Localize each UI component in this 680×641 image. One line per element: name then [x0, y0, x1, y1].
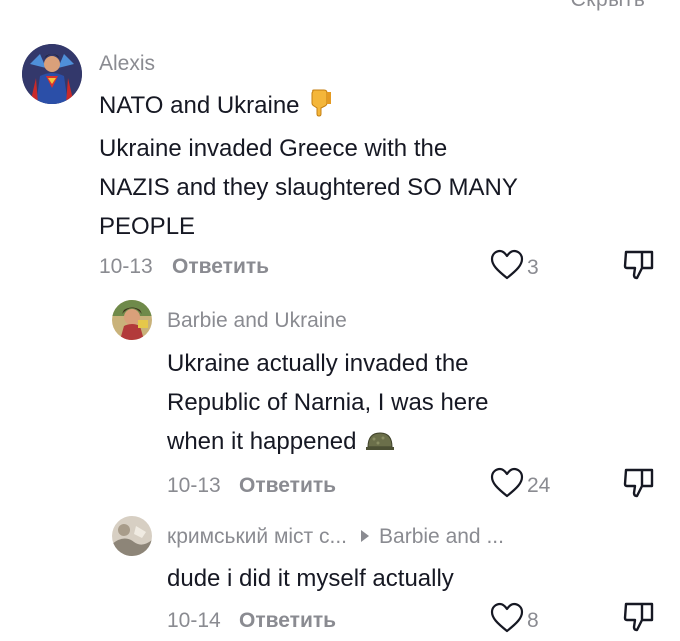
- comment-text: NATO and Ukraine Ukraine invaded Greece …: [99, 86, 619, 246]
- heart-icon: [489, 467, 525, 504]
- like-button[interactable]: 8: [489, 602, 539, 639]
- like-count: 3: [527, 255, 539, 279]
- comment-username-text: кримський міст с...: [167, 525, 348, 548]
- reply-arrow-icon: [361, 530, 370, 542]
- dislike-icon[interactable]: [622, 600, 656, 639]
- comment-text: dude i did it myself actually: [167, 559, 617, 598]
- like-button[interactable]: 24: [489, 467, 550, 504]
- comment-line: PEOPLE: [99, 213, 196, 240]
- heart-icon: [489, 249, 525, 286]
- reply-button[interactable]: Ответить: [172, 255, 269, 279]
- like-button[interactable]: 3: [489, 249, 539, 286]
- comment-line: when it happened: [167, 428, 357, 455]
- comment-line: dude i did it myself actually: [167, 565, 454, 592]
- comment-date: 10-14: [167, 609, 221, 632]
- thumbs-down-emoji-icon: [308, 89, 332, 129]
- reply-to-username[interactable]: Barbie and ...: [379, 525, 504, 548]
- avatar[interactable]: [112, 300, 152, 340]
- comment-username[interactable]: Barbie and Ukraine: [167, 309, 347, 333]
- avatar[interactable]: [112, 516, 152, 556]
- top-strip: Скрыть ^: [0, 0, 680, 18]
- hide-replies-link[interactable]: Скрыть ^: [571, 0, 662, 12]
- comment-username[interactable]: Alexis: [99, 52, 155, 76]
- comment-line: Ukraine invaded Greece with the: [99, 135, 448, 162]
- comment-line: NAZIS and they slaughtered SO MANY: [99, 174, 518, 201]
- reply-button[interactable]: Ответить: [239, 474, 336, 498]
- comment-date: 10-13: [99, 255, 153, 278]
- comment-line: Ukraine actually invaded the: [167, 350, 469, 377]
- military-helmet-emoji-icon: [365, 426, 395, 465]
- comment-text: Ukraine actually invaded the Republic of…: [167, 344, 617, 465]
- comment-line: Republic of Narnia, I was here: [167, 389, 489, 416]
- like-count: 8: [527, 608, 539, 632]
- dislike-icon[interactable]: [622, 466, 656, 505]
- comment-date: 10-13: [167, 474, 221, 497]
- comment-line: NATO and Ukraine: [99, 92, 300, 119]
- dislike-icon[interactable]: [622, 248, 656, 287]
- comment-username[interactable]: кримський міст с... Barbie and ...: [167, 525, 504, 549]
- reply-button[interactable]: Ответить: [239, 609, 336, 633]
- heart-icon: [489, 602, 525, 639]
- like-count: 24: [527, 473, 551, 497]
- avatar[interactable]: [22, 44, 82, 104]
